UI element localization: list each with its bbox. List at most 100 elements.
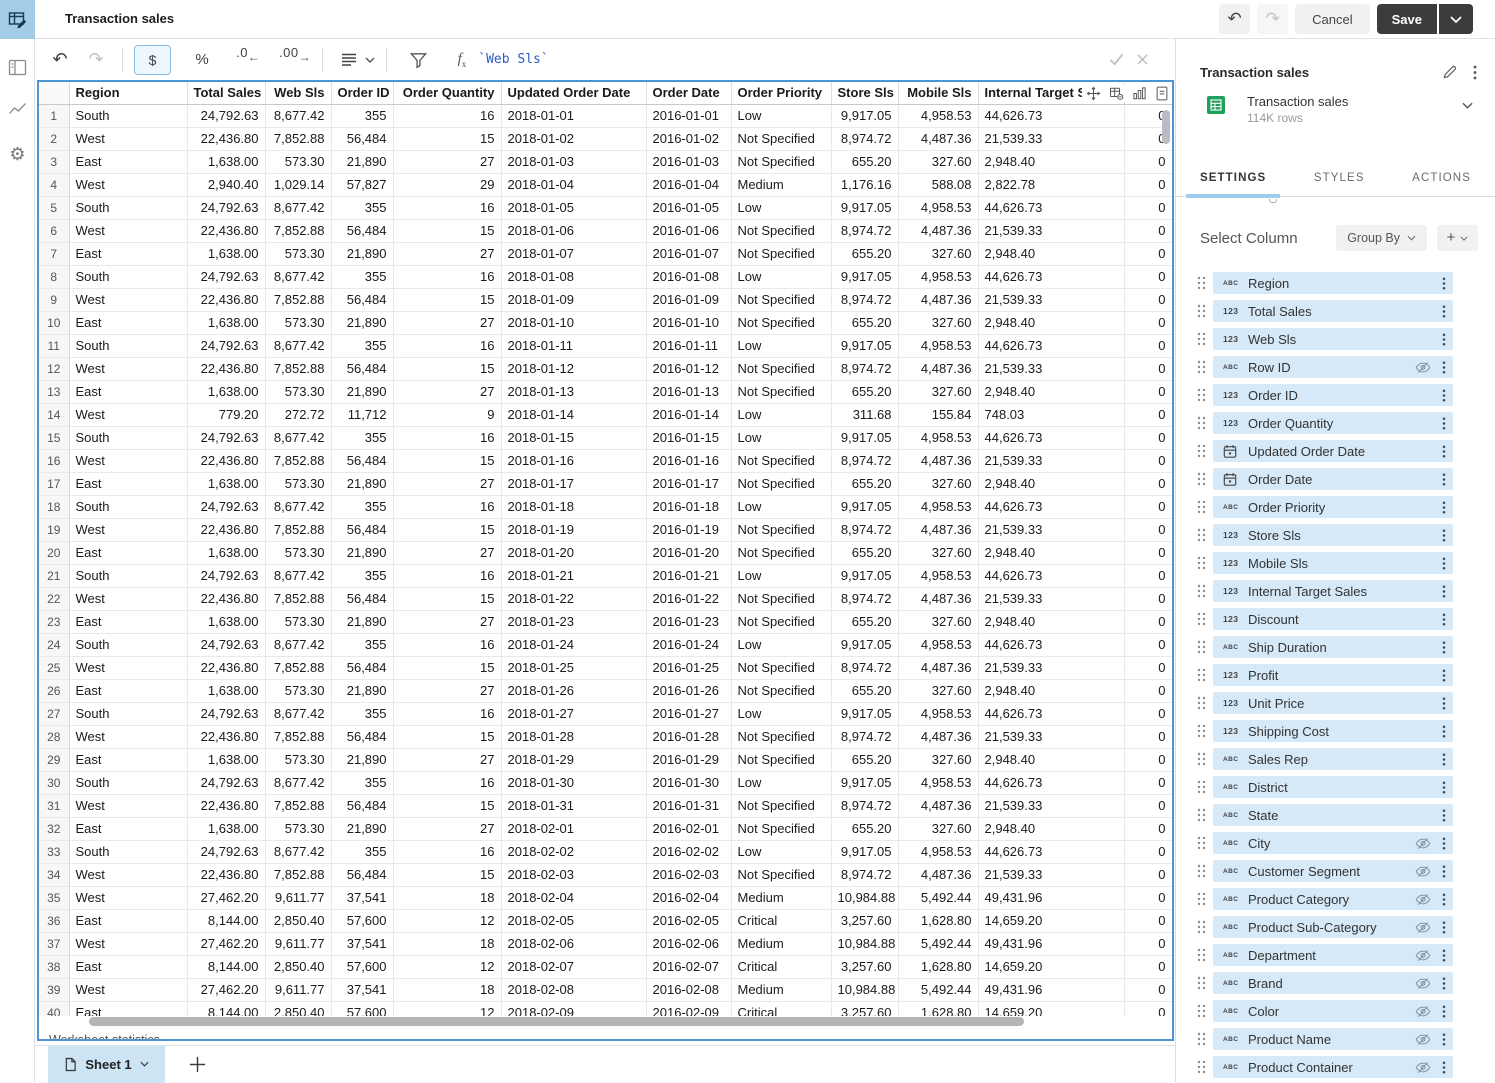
cell[interactable]: 1,638.00 [187,541,266,565]
hidden-eye-slash-icon[interactable] [1415,865,1431,878]
column-header-mobile-sls[interactable]: Mobile Sls [898,82,979,105]
row-number[interactable]: 19 [39,518,70,542]
cell[interactable]: 0 [1124,380,1172,404]
cell[interactable]: 2,948.40 [978,242,1125,266]
column-menu-icon[interactable] [1442,697,1446,710]
cell[interactable]: 56,484 [331,863,394,887]
column-menu-icon[interactable] [1442,809,1446,822]
cell[interactable]: 7,852.88 [265,288,332,312]
row-number-header[interactable] [39,82,70,105]
cell[interactable]: 2018-01-10 [501,311,647,335]
save-button[interactable]: Save [1376,4,1437,34]
cell[interactable]: 327.60 [898,610,979,634]
cell[interactable]: 4,958.53 [898,495,979,519]
drag-handle[interactable] [1197,1032,1207,1046]
drag-handle[interactable] [1197,836,1207,850]
column-pill[interactable]: 123 Internal Target Sales [1213,580,1453,602]
cell[interactable]: West [69,863,188,887]
cell[interactable]: 2018-01-21 [501,564,647,588]
bar-chart-icon[interactable] [1132,86,1147,101]
cell[interactable]: 24,792.63 [187,426,266,450]
cell[interactable]: 4,487.36 [898,587,979,611]
cell[interactable]: 8,974.72 [831,725,899,749]
cell[interactable]: 57,600 [331,909,394,933]
column-menu-icon[interactable] [1442,305,1446,318]
cell[interactable]: 2,850.40 [265,955,332,979]
cell[interactable]: 56,484 [331,656,394,680]
cell[interactable]: 44,626.73 [978,196,1125,220]
cell[interactable]: 2018-02-06 [501,932,647,956]
cell[interactable]: 16 [393,771,502,795]
cell[interactable]: 8,677.42 [265,104,332,128]
cell[interactable]: 2018-01-25 [501,656,647,680]
row-number[interactable]: 2 [39,127,70,151]
cell[interactable]: 0 [1124,1001,1172,1016]
cell[interactable]: 2018-02-01 [501,817,647,841]
cell[interactable]: 22,436.80 [187,587,266,611]
cell[interactable]: 29 [393,173,502,197]
cell[interactable]: 3,257.60 [831,1001,899,1016]
cell[interactable]: 155.84 [898,403,979,427]
column-pill[interactable]: 123 Unit Price [1213,692,1453,714]
cell[interactable]: 2016-01-02 [646,127,732,151]
cell[interactable]: 2016-01-16 [646,449,732,473]
cell[interactable]: 24,792.63 [187,334,266,358]
column-menu-icon[interactable] [1442,557,1446,570]
cell[interactable]: 56,484 [331,219,394,243]
cell[interactable]: Not Specified [731,449,832,473]
hidden-eye-slash-icon[interactable] [1415,1033,1431,1046]
hidden-eye-slash-icon[interactable] [1415,921,1431,934]
alignment-dropdown[interactable] [340,45,375,75]
cell[interactable]: 21,890 [331,150,394,174]
cell[interactable]: 57,600 [331,1001,394,1016]
row-number[interactable]: 21 [39,564,70,588]
cell[interactable]: 16 [393,564,502,588]
cell[interactable]: 8,677.42 [265,196,332,220]
row-number[interactable]: 3 [39,150,70,174]
undo-button[interactable]: ↶ [1219,4,1251,34]
row-number[interactable]: 15 [39,426,70,450]
cell[interactable]: 14,659.20 [978,909,1125,933]
cell[interactable]: Low [731,702,832,726]
cell[interactable]: 2016-01-21 [646,564,732,588]
cell[interactable]: 355 [331,265,394,289]
cell[interactable]: 2016-02-03 [646,863,732,887]
row-number[interactable]: 1 [39,104,70,128]
cell[interactable]: 0 [1124,173,1172,197]
cell[interactable]: 2018-01-11 [501,334,647,358]
column-header-order-date[interactable]: Order Date [646,82,732,105]
cell[interactable]: 655.20 [831,541,899,565]
row-number[interactable]: 12 [39,357,70,381]
cell[interactable]: 9,917.05 [831,104,899,128]
cell[interactable]: 655.20 [831,679,899,703]
cell[interactable]: Not Specified [731,127,832,151]
column-pill[interactable]: ABC Order Priority [1213,496,1453,518]
cell[interactable]: 2016-02-09 [646,1001,732,1016]
cell[interactable]: 9,917.05 [831,702,899,726]
cell[interactable]: 9,917.05 [831,196,899,220]
row-number[interactable]: 20 [39,541,70,565]
cell[interactable]: 21,539.33 [978,219,1125,243]
drag-handle[interactable] [1197,696,1207,710]
cell[interactable]: 355 [331,196,394,220]
row-number[interactable]: 23 [39,610,70,634]
column-menu-icon[interactable] [1442,1061,1446,1074]
cell[interactable]: 748.03 [978,403,1125,427]
column-menu-icon[interactable] [1442,921,1446,934]
cell[interactable]: 27 [393,541,502,565]
row-number[interactable]: 22 [39,587,70,611]
cell[interactable]: 27 [393,748,502,772]
cell[interactable]: 311.68 [831,403,899,427]
cell[interactable]: 0 [1124,794,1172,818]
cell[interactable]: 2018-01-29 [501,748,647,772]
cell[interactable]: 2016-01-11 [646,334,732,358]
cell[interactable]: 27 [393,150,502,174]
cell[interactable]: 1,638.00 [187,748,266,772]
column-menu-icon[interactable] [1442,669,1446,682]
cell[interactable]: 21,890 [331,610,394,634]
sidebar-item-layout[interactable] [0,53,35,81]
column-pill[interactable]: 123 Shipping Cost [1213,720,1453,742]
row-number[interactable]: 28 [39,725,70,749]
cell[interactable]: 2016-01-27 [646,702,732,726]
cell[interactable]: West [69,794,188,818]
